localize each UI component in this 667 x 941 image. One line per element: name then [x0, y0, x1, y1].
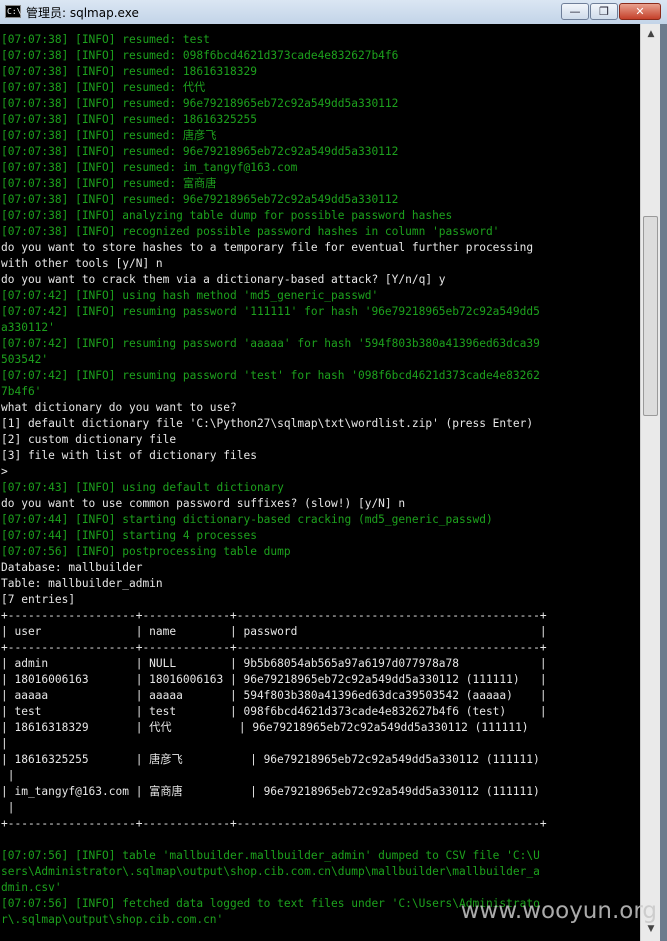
- console-line: |: [1, 737, 8, 750]
- console-line: do you want to use common password suffi…: [1, 497, 406, 510]
- console-line: | 18616318329 | 代代 | 96e79218965eb72c92a…: [1, 721, 529, 734]
- console-line: [07:07:44] [INFO] starting dictionary-ba…: [1, 513, 493, 526]
- console-line: do you want to store hashes to a tempora…: [1, 241, 534, 254]
- console-line: | aaaaa | aaaaa | 594f803b380a41396ed63d…: [1, 689, 547, 702]
- console-line: dmin.csv': [1, 881, 62, 894]
- minimize-button[interactable]: —: [561, 3, 589, 20]
- window-title: 管理员: sqlmap.exe: [26, 6, 139, 20]
- title-bar[interactable]: C:\ 管理员: sqlmap.exe — ❐ ✕: [0, 0, 667, 25]
- console-line: [07:07:38] [INFO] analyzing table dump f…: [1, 209, 453, 222]
- maximize-button[interactable]: ❐: [590, 3, 618, 20]
- console-output[interactable]: [07:07:38] [INFO] resumed: test [07:07:38…: [0, 24, 640, 941]
- console-line: [07:07:56] [INFO] table 'mallbuilder.mal…: [1, 849, 540, 862]
- console-line: [3] file with list of dictionary files: [1, 449, 257, 462]
- console-line: [7 entries]: [1, 593, 76, 606]
- console-line: [07:07:43] [INFO] using default dictiona…: [1, 481, 284, 494]
- console-line: | im_tangyf@163.com | 富商唐 | 96e79218965e…: [1, 785, 540, 798]
- console-line: [07:07:38] [INFO] resumed: test: [1, 33, 210, 46]
- console-line: [07:07:38] [INFO] resumed: 代代: [1, 81, 206, 94]
- console-line: [1] default dictionary file 'C:\Python27…: [1, 417, 534, 430]
- console-line: +-------------------+-------------+-----…: [1, 817, 547, 830]
- console-line: [07:07:38] [INFO] recognized possible pa…: [1, 225, 500, 238]
- console-line: [07:07:38] [INFO] resumed: im_tangyf@163…: [1, 161, 298, 174]
- watermark: www.wooyun.org: [460, 898, 657, 924]
- console-line: [07:07:56] [INFO] fetched data logged to…: [1, 897, 540, 910]
- console-line: | test | test | 098f6bcd4621d373cade4e83…: [1, 705, 547, 718]
- console-line: [07:07:38] [INFO] resumed: 96e79218965eb…: [1, 97, 399, 110]
- console-window: C:\ 管理员: sqlmap.exe — ❐ ✕ [07:07:38] [IN…: [0, 0, 667, 941]
- scrollbar-thumb[interactable]: [643, 216, 658, 416]
- console-line: Table: mallbuilder_admin: [1, 577, 163, 590]
- console-line: [07:07:42] [INFO] resuming password '111…: [1, 305, 540, 318]
- console-line: >: [1, 465, 8, 478]
- console-line: [07:07:38] [INFO] resumed: 098f6bcd4621d…: [1, 49, 399, 62]
- console-line: Database: mallbuilder: [1, 561, 143, 574]
- console-line: [07:07:42] [INFO] using hash method 'md5…: [1, 289, 379, 302]
- console-line: r\.sqlmap\output\shop.cib.com.cn': [1, 913, 224, 926]
- console-line: [07:07:38] [INFO] resumed: 96e79218965eb…: [1, 145, 399, 158]
- console-line: |: [1, 769, 15, 782]
- console-line: sers\Administrator\.sqlmap\output\shop.c…: [1, 865, 540, 878]
- console-line: [07:07:38] [INFO] resumed: 96e79218965eb…: [1, 193, 399, 206]
- console-line: +-------------------+-------------+-----…: [1, 641, 547, 654]
- console-line: [07:07:38] [INFO] resumed: 18616325255: [1, 113, 257, 126]
- console-line: [07:07:56] [INFO] postprocessing table d…: [1, 545, 291, 558]
- console-line: with other tools [y/N] n: [1, 257, 163, 270]
- console-line: [2] custom dictionary file: [1, 433, 177, 446]
- window-frame-right: [660, 24, 667, 941]
- console-line: 503542': [1, 353, 49, 366]
- console-line: [07:07:38] [INFO] resumed: 18616318329: [1, 65, 257, 78]
- console-line: 7b4f6': [1, 385, 42, 398]
- console-line: | user | name | password |: [1, 625, 547, 638]
- console-line: [07:07:38] [INFO] resumed: 富商唐: [1, 177, 217, 190]
- console-line: +-------------------+-------------+-----…: [1, 609, 547, 622]
- console-line: what dictionary do you want to use?: [1, 401, 237, 414]
- console-line: [07:07:44] [INFO] starting 4 processes: [1, 529, 257, 542]
- console-line: do you want to crack them via a dictiona…: [1, 273, 446, 286]
- scroll-up-icon[interactable]: ▲: [643, 26, 659, 42]
- console-line: | admin | NULL | 9b5b68054ab565a97a6197d…: [1, 657, 547, 670]
- console-line: [07:07:42] [INFO] resuming password 'tes…: [1, 369, 540, 382]
- console-line: |: [1, 801, 15, 814]
- console-line: | 18016006163 | 18016006163 | 96e7921896…: [1, 673, 547, 686]
- console-line: [07:07:42] [INFO] resuming password 'aaa…: [1, 337, 540, 350]
- cmd-icon: C:\: [5, 5, 22, 18]
- console-line: | 18616325255 | 唐彦飞 | 96e79218965eb72c92…: [1, 753, 540, 766]
- vertical-scrollbar[interactable]: ▲ ▼: [640, 24, 661, 941]
- close-button[interactable]: ✕: [619, 3, 661, 20]
- console-line: a330112': [1, 321, 55, 334]
- console-line: [07:07:38] [INFO] resumed: 唐彦飞: [1, 129, 217, 142]
